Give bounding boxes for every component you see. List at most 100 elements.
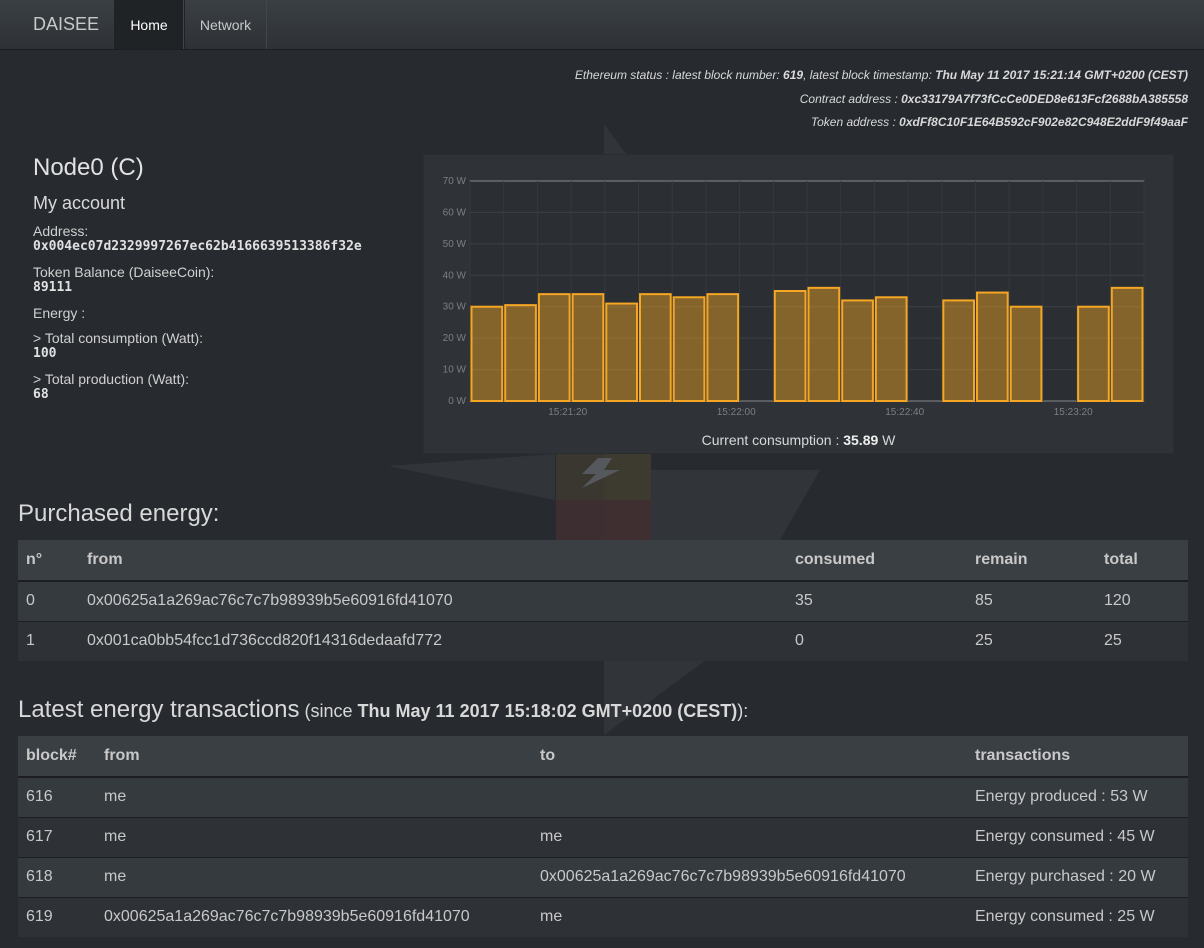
- table-row: 619 0x00625a1a269ac76c7c7b98939b5e60916f…: [18, 896, 1188, 937]
- account-title: My account: [33, 193, 126, 213]
- consumption-bar: [773, 290, 807, 402]
- table-header-row: n° from consumed remain total: [18, 540, 1188, 582]
- contract-address-label: Contract address :: [799, 91, 902, 106]
- from-cell: 0x00625a1a269ac76c7c7b98939b5e60916fd410…: [96, 896, 532, 937]
- table-header-row: block# from to transactions: [18, 736, 1188, 778]
- table-row: 1 0x001ca0bb54fcc1d736ccd820f14316dedaaf…: [18, 620, 1188, 661]
- consumption-bar: [537, 293, 571, 402]
- x-tick-label: 15:22:00: [717, 407, 756, 418]
- tab-network[interactable]: Network: [184, 0, 267, 49]
- transaction-cell: Energy produced : 53 W: [967, 776, 1188, 817]
- consumption-bar: [470, 305, 504, 402]
- consumption-bar: [841, 299, 874, 402]
- address-label: Address:: [33, 223, 89, 239]
- table-row: 618 me 0x00625a1a269ac76c7c7b98939b5e609…: [18, 856, 1188, 897]
- y-tick-label: 0 W: [448, 396, 466, 407]
- from-cell: me: [96, 816, 532, 857]
- consumption-bar: [571, 293, 605, 402]
- total-production: 68: [33, 387, 49, 402]
- since-date: Thu May 11 2017 15:18:02 GMT+0200 (CEST): [357, 701, 738, 721]
- from-cell: me: [96, 856, 532, 897]
- column-header[interactable]: n°: [18, 540, 79, 582]
- since-close: ):: [737, 701, 749, 721]
- consumption-bar: [605, 302, 639, 402]
- consumed-value: 35: [787, 580, 967, 621]
- token-balance: 89111: [33, 280, 73, 295]
- block-number-cell: 619: [18, 896, 96, 937]
- current-consumption-label: Current consumption :: [701, 432, 844, 448]
- purchased-energy-table: n° from consumed remain total 0 0x00625a…: [18, 540, 1188, 661]
- consumption-bar: [672, 296, 706, 403]
- from-cell: me: [96, 776, 532, 817]
- transaction-cell: Energy purchased : 20 W: [967, 856, 1188, 897]
- consumption-bar: [1110, 286, 1144, 403]
- table-row: 0 0x00625a1a269ac76c7c7b98939b5e60916fd4…: [18, 580, 1188, 621]
- remain-value: 85: [967, 580, 1096, 621]
- block-number-label: Ethereum status : latest block number:: [574, 68, 784, 82]
- consumption-bar: [976, 291, 1009, 402]
- total-consumption: 100: [33, 346, 57, 361]
- consumption-bar: [1009, 305, 1043, 402]
- top-navbar: DAISEE Home Network: [0, 0, 1204, 50]
- column-header[interactable]: remain: [967, 540, 1096, 582]
- y-tick-label: 30 W: [443, 302, 467, 313]
- consumption-bar: [807, 286, 841, 403]
- energy-label: Energy :: [33, 305, 86, 321]
- column-header[interactable]: block#: [18, 736, 96, 778]
- consumption-bar: [942, 299, 975, 402]
- tab-home[interactable]: Home: [114, 0, 184, 49]
- column-header[interactable]: consumed: [787, 540, 967, 582]
- consumption-bar: [706, 293, 740, 402]
- transactions-heading: Latest energy transactions (since Thu Ma…: [18, 696, 748, 724]
- column-header[interactable]: from: [79, 540, 787, 582]
- table-row: 616 me Energy produced : 53 W: [18, 776, 1188, 817]
- column-header[interactable]: transactions: [967, 736, 1188, 778]
- transactions-table: block# from to transactions 616 me Energ…: [18, 736, 1188, 937]
- table-row: 617 me me Energy consumed : 45 W: [18, 816, 1188, 857]
- remain-value: 25: [967, 620, 1096, 661]
- y-tick-label: 40 W: [443, 270, 467, 281]
- y-tick-label: 20 W: [443, 333, 467, 344]
- block-number-cell: 616: [18, 776, 96, 817]
- ethereum-status: Ethereum status : latest block number: 6…: [388, 64, 1188, 135]
- x-tick-label: 15:21:20: [548, 407, 587, 418]
- column-header[interactable]: total: [1096, 540, 1188, 582]
- balance-label: Token Balance (DaiseeCoin):: [33, 264, 215, 280]
- column-header[interactable]: from: [96, 736, 532, 778]
- node-title: Node0 (C): [33, 154, 144, 181]
- block-timestamp: Thu May 11 2017 15:21:14 GMT+0200 (CEST): [935, 68, 1188, 82]
- block-number: 619: [783, 68, 804, 82]
- x-tick-label: 15:23:20: [1054, 407, 1093, 418]
- seller-address: 0x00625a1a269ac76c7c7b98939b5e60916fd410…: [79, 580, 787, 621]
- column-header[interactable]: to: [532, 736, 967, 778]
- token-address: 0xdFf8C10F1E64B592cF902e82C948E2ddF9f49a…: [899, 115, 1188, 129]
- contract-address: 0xc33179A7f73fCcCe0DED8e613Fcf2688bA3855…: [901, 91, 1188, 106]
- transactions-heading-title: Latest energy transactions: [18, 696, 300, 723]
- total-value: 120: [1096, 580, 1188, 621]
- to-cell: me: [532, 816, 967, 857]
- y-tick-label: 70 W: [443, 176, 467, 187]
- to-cell: me: [532, 896, 967, 937]
- consumed-value: 0: [787, 620, 967, 661]
- block-status-line: Ethereum status : latest block number: 6…: [388, 64, 1188, 88]
- brand-link[interactable]: DAISEE: [0, 0, 114, 49]
- transactions-since: (since Thu May 11 2017 15:18:02 GMT+0200…: [300, 701, 749, 721]
- y-tick-label: 10 W: [443, 365, 467, 376]
- row-number: 0: [18, 580, 79, 621]
- consumption-chart-panel: 0 W 10 W 20 W 30 W 40 W 50 W 60 W 70 W 15:21:20 1…: [423, 154, 1174, 454]
- current-consumption: Current consumption : 35.89 W: [424, 432, 1173, 448]
- consumption-bar: [639, 293, 672, 402]
- current-consumption-value: 35.89: [843, 432, 879, 448]
- total-value: 25: [1096, 620, 1188, 661]
- production-label: > Total production (Watt):: [33, 371, 190, 387]
- transaction-cell: Energy consumed : 45 W: [967, 816, 1188, 857]
- consumption-bar: [874, 296, 908, 403]
- seller-address: 0x001ca0bb54fcc1d736ccd820f14316dedaafd7…: [79, 620, 787, 661]
- to-cell: 0x00625a1a269ac76c7c7b98939b5e60916fd410…: [532, 856, 967, 897]
- since-open: (since: [299, 701, 358, 721]
- block-number-cell: 617: [18, 816, 96, 857]
- block-number-cell: 618: [18, 856, 96, 897]
- x-tick-label: 15:22:40: [885, 407, 924, 418]
- consumption-label: > Total consumption (Watt):: [33, 330, 204, 346]
- purchased-energy-heading: Purchased energy:: [18, 500, 220, 527]
